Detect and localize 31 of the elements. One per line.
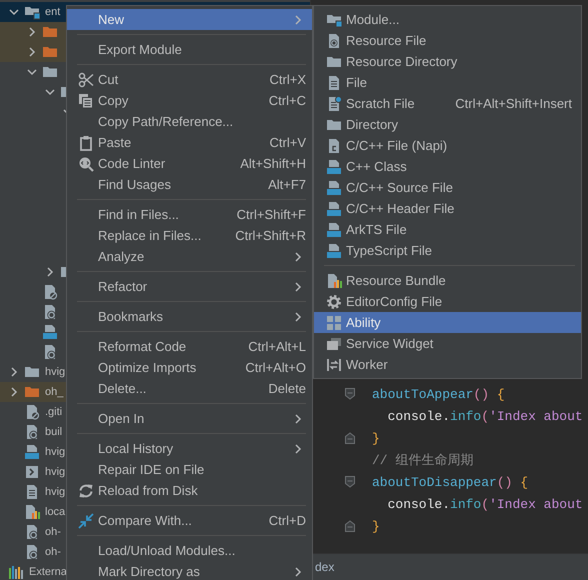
file-name: hvig (45, 446, 66, 458)
code-line: } (372, 430, 380, 446)
file-name: oh- (45, 546, 61, 558)
code-line: console.info('Index about (386, 408, 583, 424)
file-name: Externa (29, 566, 67, 578)
code-line: aboutToDisappear() { (372, 474, 528, 490)
code-line: } (372, 518, 380, 534)
file-name: hvig (45, 486, 66, 498)
keyboard-shortcut: Ctrl+X (268, 72, 306, 87)
keyboard-shortcut: Ctrl+C (268, 93, 306, 108)
keyboard-shortcut: Ctrl+Shift+R (234, 228, 306, 243)
code-line: // 组件生命周期 (372, 452, 474, 469)
file-name: buil (45, 426, 62, 438)
keyboard-shortcut: Ctrl+V (268, 135, 306, 150)
keyboard-shortcut: Ctrl+Alt+Shift+Insert (454, 96, 572, 111)
file-name: ent (45, 6, 60, 18)
keyboard-shortcut: Alt+F7 (267, 177, 306, 192)
keyboard-shortcut: Ctrl+Alt+L (247, 339, 306, 354)
keyboard-shortcut: Ctrl+Alt+O (244, 360, 306, 375)
file-name: .giti (45, 406, 62, 418)
code-line: aboutToAppear() { (372, 386, 505, 402)
keyboard-shortcut: Ctrl+Shift+F (236, 207, 306, 222)
file-name: oh_ (45, 386, 64, 398)
keyboard-shortcut: Delete (267, 381, 306, 396)
keyboard-shortcut: Alt+Shift+H (239, 156, 306, 171)
file-name: hvig (45, 366, 66, 378)
file-name: oh- (45, 526, 61, 538)
keyboard-shortcut: Ctrl+D (268, 513, 306, 528)
code-line: console.info('Index about (386, 496, 583, 512)
file-name: hvig (45, 466, 66, 478)
file-name: loca (45, 506, 66, 518)
